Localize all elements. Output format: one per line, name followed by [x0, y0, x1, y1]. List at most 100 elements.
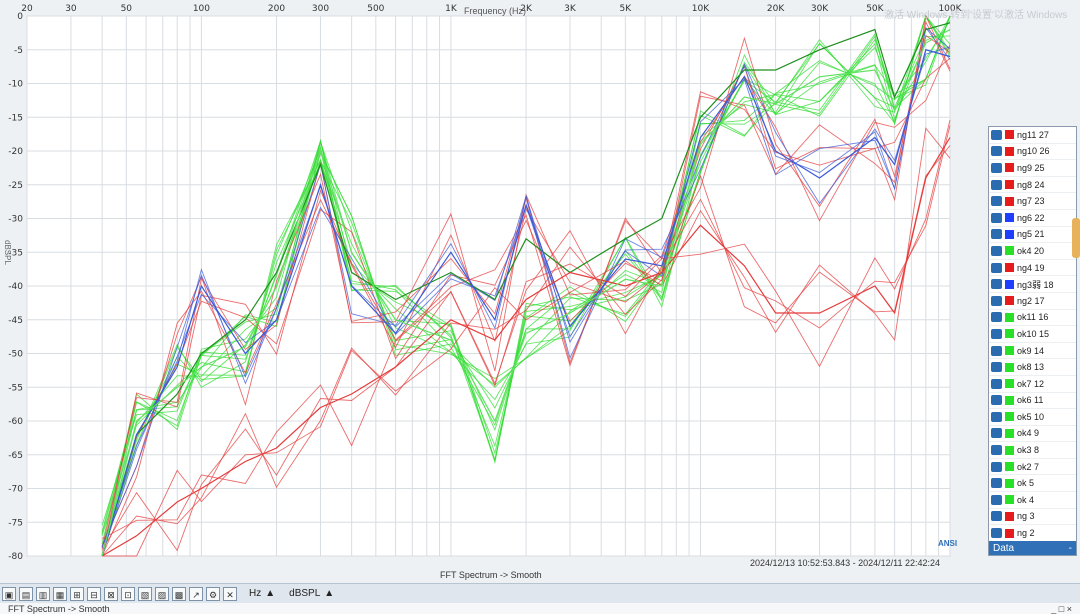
legend-item[interactable]: ok 4 [989, 492, 1076, 509]
visibility-toggle-icon[interactable] [991, 212, 1002, 223]
legend-item-label: ng5 21 [1017, 229, 1045, 240]
status-bar: FFT Spectrum -> Smooth _ □ × [0, 603, 1080, 614]
visibility-toggle-icon[interactable] [991, 461, 1002, 472]
visibility-toggle-icon[interactable] [991, 445, 1002, 456]
visibility-toggle-icon[interactable] [991, 395, 1002, 406]
legend-collapse-button[interactable]: - [1069, 543, 1072, 554]
x-tick-label: 30K [811, 4, 829, 14]
toolbar-button[interactable]: ▨ [155, 586, 169, 601]
visibility-toggle-icon[interactable] [991, 262, 1002, 273]
legend-panel[interactable]: ng11 27 ng10 26 ng9 25 ng8 24 ng7 23 ng6 22 ng… [988, 126, 1077, 556]
toolbar-button[interactable]: ▧ [138, 586, 152, 601]
y-tick-label: 0 [17, 12, 23, 22]
visibility-toggle-icon[interactable] [991, 129, 1002, 140]
visibility-toggle-icon[interactable] [991, 245, 1002, 256]
window-controls[interactable]: _ □ × [1051, 604, 1072, 614]
toolbar-button[interactable]: ⊞ [70, 586, 84, 601]
legend-item-label: ng3弱 18 [1017, 279, 1054, 290]
legend-item-label: ng11 27 [1017, 129, 1049, 140]
y-unit-arrow[interactable]: ▲ [324, 588, 334, 599]
legend-color-swatch [1005, 163, 1014, 173]
legend-item[interactable]: ok8 13 [989, 359, 1076, 376]
legend-item[interactable]: ng4 19 [989, 260, 1076, 277]
legend-item[interactable]: ok4 20 [989, 243, 1076, 260]
legend-item[interactable]: ng5 21 [989, 227, 1076, 244]
legend-item-label: ng7 23 [1017, 196, 1045, 207]
toolbar-button[interactable]: ⊠ [104, 586, 118, 601]
legend-item[interactable]: ng2 17 [989, 293, 1076, 310]
y-axis-title: dBSPL [3, 240, 12, 265]
visibility-toggle-icon[interactable] [991, 229, 1002, 240]
legend-color-swatch [1005, 196, 1014, 206]
legend-item[interactable]: ok4 9 [989, 426, 1076, 443]
legend-item-label: ok8 13 [1017, 362, 1045, 373]
legend-item[interactable]: ng9 25 [989, 160, 1076, 177]
legend-item[interactable]: ng10 26 [989, 144, 1076, 161]
legend-item-label: ng 3 [1017, 511, 1035, 522]
legend-color-swatch [1005, 445, 1014, 455]
toolbar-button[interactable]: ⚙ [206, 586, 220, 601]
toolbar-button[interactable]: ▤ [19, 586, 33, 601]
legend-color-swatch [1005, 528, 1014, 538]
visibility-toggle-icon[interactable] [991, 428, 1002, 439]
legend-item[interactable]: ok5 10 [989, 409, 1076, 426]
legend-list: ng11 27 ng10 26 ng9 25 ng8 24 ng7 23 ng6 22 ng… [989, 127, 1076, 555]
visibility-toggle-icon[interactable] [991, 362, 1002, 373]
scroll-handle[interactable] [1072, 218, 1080, 258]
y-tick-label: -80 [8, 552, 23, 562]
legend-item[interactable]: ok9 14 [989, 343, 1076, 360]
toolbar-button[interactable]: ▥ [36, 586, 50, 601]
toolbar-button[interactable]: ⊡ [121, 586, 135, 601]
x-tick-label: 10K [692, 4, 710, 14]
legend-item[interactable]: ng 2 [989, 525, 1076, 542]
legend-item[interactable]: ng8 24 [989, 177, 1076, 194]
legend-color-swatch [1005, 329, 1014, 339]
legend-item-label: ng4 19 [1017, 262, 1045, 273]
visibility-toggle-icon[interactable] [991, 528, 1002, 539]
visibility-toggle-icon[interactable] [991, 494, 1002, 505]
visibility-toggle-icon[interactable] [991, 179, 1002, 190]
visibility-toggle-icon[interactable] [991, 279, 1002, 290]
visibility-toggle-icon[interactable] [991, 511, 1002, 522]
legend-item[interactable]: ok 5 [989, 475, 1076, 493]
visibility-toggle-icon[interactable] [991, 411, 1002, 422]
visibility-toggle-icon[interactable] [991, 478, 1002, 489]
legend-footer-title: Data [993, 542, 1015, 554]
x-unit-arrow[interactable]: ▲ [265, 588, 275, 599]
legend-item[interactable]: ng 3 [989, 509, 1076, 526]
visibility-toggle-icon[interactable] [991, 345, 1002, 356]
visibility-toggle-icon[interactable] [991, 295, 1002, 306]
legend-item[interactable]: ng11 27 [989, 127, 1076, 144]
visibility-toggle-icon[interactable] [991, 378, 1002, 389]
legend-item[interactable]: ok7 12 [989, 376, 1076, 393]
legend-color-swatch [1005, 263, 1014, 273]
visibility-toggle-icon[interactable] [991, 328, 1002, 339]
toolbar-button[interactable]: ⊟ [87, 586, 101, 601]
visibility-toggle-icon[interactable] [991, 146, 1002, 157]
legend-item[interactable]: ok2 7 [989, 459, 1076, 476]
legend-item-label: ok7 12 [1017, 378, 1045, 389]
legend-item[interactable]: ok3 8 [989, 442, 1076, 459]
x-unit-label[interactable]: Hz [249, 588, 261, 599]
legend-color-swatch [1005, 478, 1014, 488]
y-unit-label[interactable]: dBSPL [289, 588, 320, 599]
frequency-response-chart: 20 30 50 100 200 300 500 1K 2K 3K 5K 10K 20K 30K 50K 10… [8, 4, 962, 562]
toolbar-button[interactable]: ↗ [189, 586, 203, 601]
legend-footer[interactable]: Data - [989, 541, 1076, 555]
visibility-toggle-icon[interactable] [991, 196, 1002, 207]
visibility-toggle-icon[interactable] [991, 162, 1002, 173]
x-tick-label: 3K [564, 4, 577, 14]
toolbar-button[interactable]: ▣ [2, 586, 16, 601]
legend-item[interactable]: ng3弱 18 [989, 276, 1076, 293]
legend-item[interactable]: ng6 22 [989, 210, 1076, 227]
toolbar-button[interactable]: ▦ [53, 586, 67, 601]
visibility-toggle-icon[interactable] [991, 312, 1002, 323]
y-tick-label: -60 [8, 417, 23, 427]
toolbar-button[interactable]: ▩ [172, 586, 186, 601]
legend-item[interactable]: ok11 16 [989, 310, 1076, 327]
legend-item[interactable]: ok10 15 [989, 326, 1076, 343]
toolbar-button[interactable]: ✕ [223, 586, 237, 601]
legend-item[interactable]: ng7 23 [989, 193, 1076, 210]
legend-item[interactable]: ok6 11 [989, 393, 1076, 410]
chart-area: 20 30 50 100 200 300 500 1K 2K 3K 5K 10K 20K 30K 50K 10… [0, 0, 1080, 614]
